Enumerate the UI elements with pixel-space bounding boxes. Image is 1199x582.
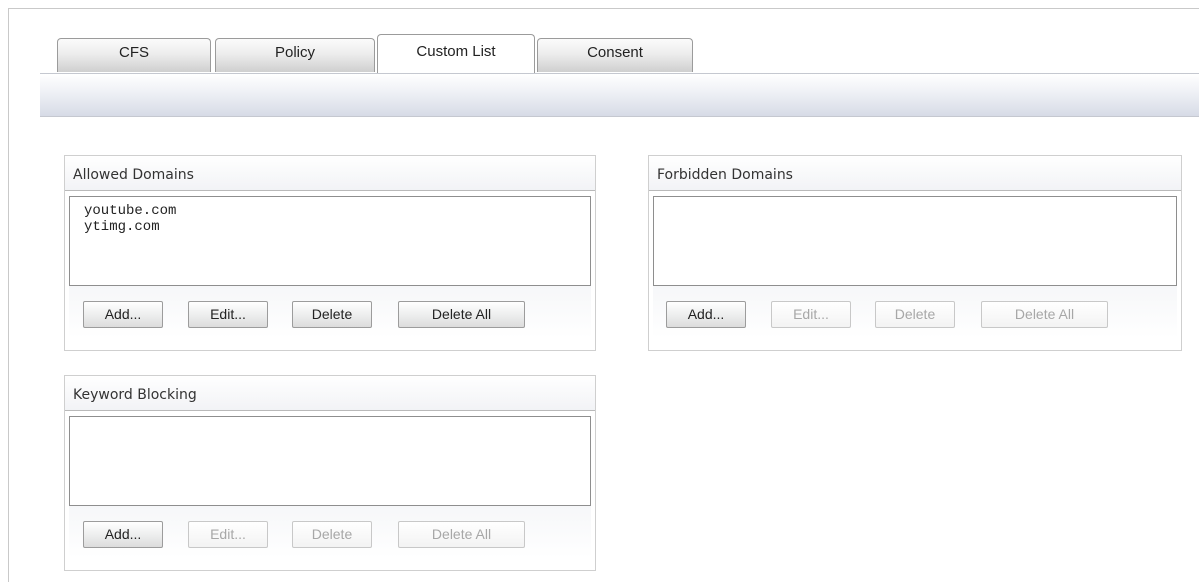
allowed-domains-delete-all-button[interactable]: Delete All [398, 301, 525, 328]
forbidden-domains-button-row: Add... Edit... Delete Delete All [653, 286, 1177, 338]
content-frame-top-border [8, 8, 1199, 9]
allowed-domains-panel: Allowed Domains youtube.com ytimg.com Ad… [64, 155, 596, 351]
tab-cfs[interactable]: CFS [57, 38, 211, 72]
tab-policy[interactable]: Policy [215, 38, 375, 72]
keyword-blocking-delete-button[interactable]: Delete [292, 521, 372, 548]
keyword-blocking-list[interactable] [69, 416, 591, 506]
forbidden-domains-add-button[interactable]: Add... [666, 301, 746, 328]
forbidden-domains-title: Forbidden Domains [649, 156, 1181, 191]
keyword-blocking-delete-all-button[interactable]: Delete All [398, 521, 525, 548]
tab-consent[interactable]: Consent [537, 38, 693, 72]
allowed-domains-add-button[interactable]: Add... [83, 301, 163, 328]
keyword-blocking-edit-button[interactable]: Edit... [188, 521, 268, 548]
allowed-domains-edit-button[interactable]: Edit... [188, 301, 268, 328]
keyword-blocking-panel: Keyword Blocking Add... Edit... Delete D… [64, 375, 596, 571]
forbidden-domains-list[interactable] [653, 196, 1177, 286]
allowed-domains-list[interactable]: youtube.com ytimg.com [69, 196, 591, 286]
keyword-blocking-add-button[interactable]: Add... [83, 521, 163, 548]
tab-custom-list[interactable]: Custom List [377, 34, 535, 73]
forbidden-domains-panel: Forbidden Domains Add... Edit... Delete … [648, 155, 1182, 351]
forbidden-domains-edit-button[interactable]: Edit... [771, 301, 851, 328]
allowed-domains-delete-button[interactable]: Delete [292, 301, 372, 328]
keyword-blocking-button-row: Add... Edit... Delete Delete All [69, 506, 591, 558]
list-item[interactable]: ytimg.com [84, 219, 590, 235]
list-item[interactable]: youtube.com [84, 203, 590, 219]
tab-content-header-bar [40, 73, 1199, 117]
allowed-domains-title: Allowed Domains [65, 156, 595, 191]
keyword-blocking-title: Keyword Blocking [65, 376, 595, 411]
forbidden-domains-delete-all-button[interactable]: Delete All [981, 301, 1108, 328]
forbidden-domains-delete-button[interactable]: Delete [875, 301, 955, 328]
allowed-domains-button-row: Add... Edit... Delete Delete All [69, 286, 591, 338]
content-frame-left-border [8, 8, 9, 582]
